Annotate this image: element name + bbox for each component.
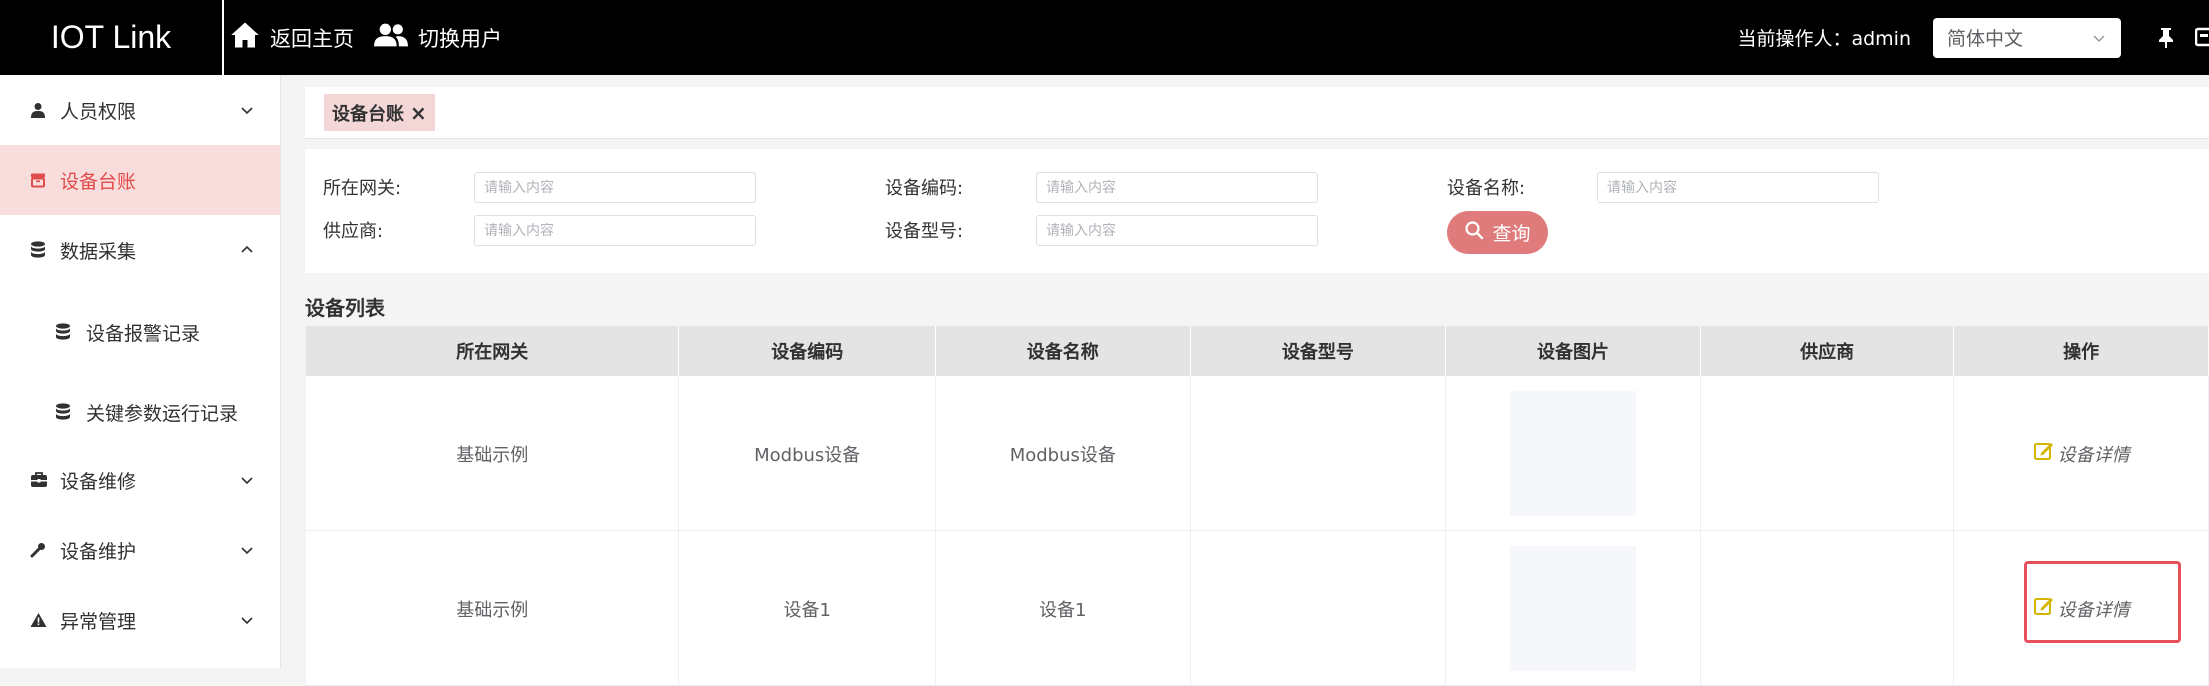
language-value: 简体中文 xyxy=(1947,28,2024,50)
edit-icon xyxy=(2033,440,2058,467)
app-logo: IOT Link xyxy=(0,0,224,75)
database-icon xyxy=(55,403,71,421)
wrench-icon xyxy=(30,542,46,558)
close-icon[interactable]: × xyxy=(410,101,427,125)
device-image-placeholder[interactable] xyxy=(1509,546,1636,671)
query-button[interactable]: 查询 xyxy=(1447,211,1548,254)
action-cell: 设备详情 xyxy=(1954,531,2209,686)
name-label: 设备名称: xyxy=(1447,178,1526,199)
sidebar-item-alarm-records[interactable]: 设备报警记录 xyxy=(0,297,280,367)
users-icon xyxy=(374,22,418,53)
box-icon xyxy=(30,173,46,188)
image-cell xyxy=(1446,376,1701,531)
warning-icon xyxy=(30,613,47,628)
gateway-cell: 基础示例 xyxy=(306,376,680,531)
device-detail-button[interactable]: 设备详情 xyxy=(2033,440,2130,467)
sidebar-item-label: 数据采集 xyxy=(60,240,137,263)
sidebar-item-label: 异常管理 xyxy=(60,610,137,633)
model-input[interactable] xyxy=(1036,215,1318,246)
home-icon xyxy=(230,21,270,54)
table-header: 所在网关 设备编码 设备名称 设备型号 设备图片 供应商 操作 xyxy=(306,326,2209,376)
user-icon xyxy=(30,102,46,118)
filter-form: 所在网关: 设备编码: 设备名称: 供应商: 设备型号: 查询 xyxy=(305,149,2209,273)
table-row: 基础示例 Modbus设备 Modbus设备 设备详情 xyxy=(306,376,2209,531)
device-detail-button[interactable]: 设备详情 xyxy=(2033,595,2130,622)
device-detail-label: 设备详情 xyxy=(2057,444,2130,466)
sidebar-item-label: 关键参数运行记录 xyxy=(86,402,239,425)
switch-user-label: 切换用户 xyxy=(418,26,502,51)
sidebar-item-data-collection[interactable]: 数据采集 xyxy=(0,215,280,285)
name-input[interactable] xyxy=(1597,172,1879,203)
chevron-down-icon xyxy=(240,473,254,487)
list-title: 设备列表 xyxy=(305,296,385,320)
sidebar-item-label: 设备报警记录 xyxy=(86,322,201,345)
model-cell xyxy=(1191,376,1447,531)
database-icon xyxy=(55,323,71,341)
gateway-label: 所在网关: xyxy=(323,178,402,199)
switch-user-button[interactable]: 切换用户 xyxy=(374,22,502,53)
supplier-label: 供应商: xyxy=(323,221,384,242)
device-table: 所在网关 设备编码 设备名称 设备型号 设备图片 供应商 操作 基础示例 Mod… xyxy=(306,326,2209,686)
sidebar-item-device-ledger[interactable]: 设备台账 xyxy=(0,145,280,215)
model-label: 设备型号: xyxy=(885,221,964,242)
name-cell: Modbus设备 xyxy=(936,376,1191,531)
tab-device-ledger[interactable]: 设备台账 × xyxy=(324,94,435,131)
home-nav-label: 返回主页 xyxy=(270,26,354,51)
sidebar-item-device-maintenance[interactable]: 设备维护 xyxy=(0,515,280,585)
column-header: 所在网关 xyxy=(306,326,680,376)
column-header: 设备型号 xyxy=(1191,326,1447,376)
pin-icon[interactable] xyxy=(2157,27,2175,49)
home-nav-button[interactable]: 返回主页 xyxy=(230,21,354,54)
sidebar-item-device-repair[interactable]: 设备维修 xyxy=(0,445,280,515)
device-image-placeholder[interactable] xyxy=(1509,391,1636,516)
column-header: 设备图片 xyxy=(1446,326,1701,376)
tags-bar: 设备台账 × xyxy=(305,87,2209,139)
gateway-input[interactable] xyxy=(474,172,756,203)
database-icon xyxy=(30,241,46,259)
top-header: IOT Link 返回主页 切换用户 当前操作人：admin 简体中文 xyxy=(0,0,2209,75)
sidebar-item-label: 设备维护 xyxy=(60,540,137,563)
sidebar-item-key-params[interactable]: 关键参数运行记录 xyxy=(0,377,280,447)
image-cell xyxy=(1446,531,1701,686)
device-detail-label: 设备详情 xyxy=(2057,599,2130,621)
tab-label: 设备台账 xyxy=(332,103,404,125)
chevron-down-icon xyxy=(240,103,254,117)
supplier-cell xyxy=(1701,376,1955,531)
sidebar: 人员权限 设备台账 数据采集 设备报警记录 关键参数运行记录 设备维修 设备维护… xyxy=(0,75,281,668)
sidebar-item-label: 设备台账 xyxy=(60,170,137,193)
edit-icon xyxy=(2033,595,2058,622)
supplier-cell xyxy=(1701,531,1955,686)
column-header: 设备编码 xyxy=(679,326,936,376)
action-cell: 设备详情 xyxy=(1954,376,2209,531)
chevron-down-icon xyxy=(2091,29,2107,51)
column-header: 供应商 xyxy=(1701,326,1955,376)
column-header: 操作 xyxy=(1954,326,2209,376)
gateway-cell: 基础示例 xyxy=(306,531,680,686)
chevron-down-icon xyxy=(240,613,254,627)
query-label: 查询 xyxy=(1492,223,1531,245)
search-icon xyxy=(1464,220,1492,245)
code-cell: Modbus设备 xyxy=(679,376,936,531)
code-label: 设备编码: xyxy=(885,178,964,199)
sidebar-item-label: 人员权限 xyxy=(60,100,137,123)
screen-icon[interactable] xyxy=(2195,26,2209,50)
header-nav: 返回主页 切换用户 xyxy=(230,21,522,54)
chevron-down-icon xyxy=(240,543,254,557)
sidebar-item-permissions[interactable]: 人员权限 xyxy=(0,75,280,145)
column-header: 设备名称 xyxy=(936,326,1191,376)
supplier-input[interactable] xyxy=(474,215,756,246)
language-select[interactable]: 简体中文 xyxy=(1933,17,2121,58)
name-cell: 设备1 xyxy=(936,531,1191,686)
chevron-up-icon xyxy=(240,243,254,257)
model-cell xyxy=(1191,531,1447,686)
toolbox-icon xyxy=(30,472,48,488)
code-input[interactable] xyxy=(1036,172,1318,203)
table-row: 基础示例 设备1 设备1 设备详情 xyxy=(306,531,2209,686)
code-cell: 设备1 xyxy=(679,531,936,686)
current-operator: 当前操作人：admin xyxy=(1737,28,1911,50)
sidebar-item-label: 设备维修 xyxy=(60,470,137,493)
sidebar-item-exception[interactable]: 异常管理 xyxy=(0,585,280,655)
